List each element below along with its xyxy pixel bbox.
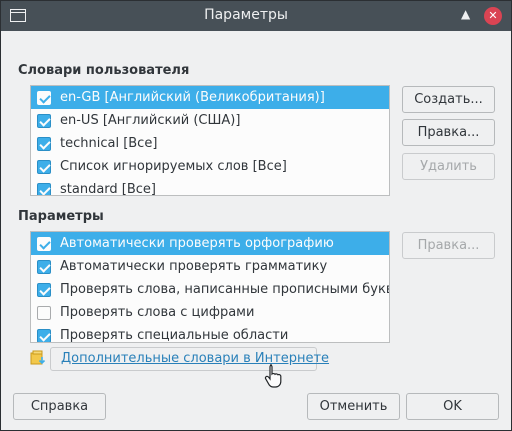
window-title: Параметры xyxy=(204,7,288,23)
list-item-label: Проверять слова с цифрами xyxy=(60,305,255,320)
checkbox[interactable] xyxy=(37,183,51,195)
list-item[interactable]: technical [Все] xyxy=(31,132,389,155)
dictionary-download-icon xyxy=(30,350,46,365)
list-item[interactable]: Проверять слова с цифрами xyxy=(31,301,389,324)
user-dictionaries-list[interactable]: en-GB [Английский (Великобритания)] en-U… xyxy=(30,85,390,196)
checkbox[interactable] xyxy=(37,306,51,320)
edit-option-button[interactable]: Правка... xyxy=(402,232,495,259)
list-item[interactable]: en-US [Английский (США)] xyxy=(31,109,389,132)
list-item-label: standard [Все] xyxy=(60,182,157,196)
hand-pointer-icon xyxy=(264,364,282,388)
checkbox[interactable] xyxy=(37,283,51,297)
list-item[interactable]: Автоматически проверять орфографию xyxy=(31,232,389,255)
checkbox[interactable] xyxy=(37,160,51,174)
list-item-label: Проверять слова, написанные прописными б… xyxy=(60,282,390,297)
checkbox[interactable] xyxy=(37,137,51,151)
options-label: Параметры xyxy=(18,209,104,224)
list-item[interactable]: Список игнорируемых слов [Все] xyxy=(31,155,389,178)
list-item[interactable]: standard [Все] xyxy=(31,178,389,196)
list-item-label: Автоматически проверять грамматику xyxy=(60,259,328,274)
create-dictionary-button[interactable]: Создать... xyxy=(402,86,495,113)
list-item-label: Проверять специальные области xyxy=(60,328,289,343)
help-button[interactable]: Справка xyxy=(13,393,106,420)
checkbox[interactable] xyxy=(37,91,51,105)
checkbox[interactable] xyxy=(37,329,51,342)
list-item[interactable]: Проверять специальные области xyxy=(31,324,389,343)
list-item[interactable]: Проверять слова, написанные прописными б… xyxy=(31,278,389,301)
list-item-label: Список игнорируемых слов [Все] xyxy=(60,159,287,174)
checkbox[interactable] xyxy=(37,114,51,128)
user-dictionaries-label: Словари пользователя xyxy=(18,63,190,78)
close-icon[interactable]: ✕ xyxy=(484,7,502,25)
titlebar: Параметры ▲ ✕ xyxy=(1,1,511,31)
keep-above-icon[interactable]: ▲ xyxy=(461,7,470,21)
list-item-label: en-GB [Английский (Великобритания)] xyxy=(60,90,325,105)
list-item[interactable]: Автоматически проверять грамматику xyxy=(31,255,389,278)
settings-dialog: Параметры ▲ ✕ Словари пользователя en-GB… xyxy=(0,0,512,431)
edit-dictionary-button[interactable]: Правка... xyxy=(402,119,495,146)
list-item-label: technical [Все] xyxy=(60,136,158,151)
checkbox[interactable] xyxy=(37,260,51,274)
checkbox[interactable] xyxy=(37,237,51,251)
delete-dictionary-button[interactable]: Удалить xyxy=(402,153,495,180)
list-item-label: en-US [Английский (США)] xyxy=(60,113,241,128)
cancel-button[interactable]: Отменить xyxy=(307,393,400,420)
list-item-label: Автоматически проверять орфографию xyxy=(60,236,334,251)
list-item[interactable]: en-GB [Английский (Великобритания)] xyxy=(31,86,389,109)
options-list[interactable]: Автоматически проверять орфографию Автом… xyxy=(30,231,390,343)
ok-button[interactable]: OK xyxy=(406,393,499,420)
